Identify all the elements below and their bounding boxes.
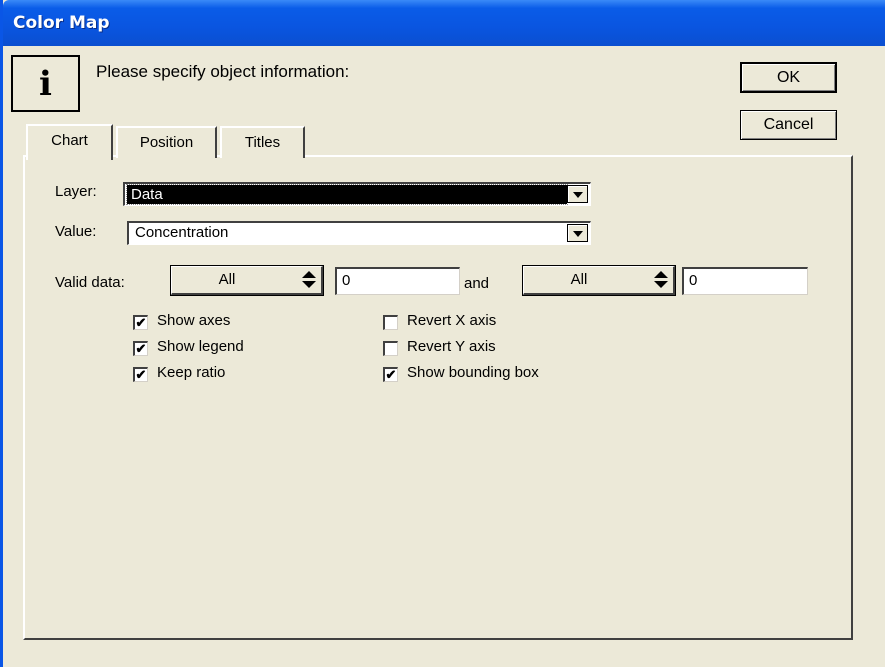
checkbox-label: Show bounding box [407, 364, 539, 381]
checkmark-icon[interactable]: ✔ [383, 367, 398, 382]
value-select-value: Concentration [135, 224, 229, 241]
checkbox-box[interactable] [383, 341, 398, 356]
checkbox-box[interactable] [383, 315, 398, 330]
chevron-down-icon[interactable] [567, 224, 588, 242]
checkbox-label: Revert X axis [407, 312, 497, 329]
layer-select-value: Data [126, 184, 568, 205]
checkmark-icon[interactable]: ✔ [133, 315, 148, 330]
tab-position[interactable]: Position [116, 126, 217, 158]
layer-select[interactable]: Data [123, 182, 591, 206]
up-down-arrow-icon[interactable] [653, 270, 669, 290]
window-title[interactable]: Color Map [3, 0, 885, 46]
valid-from-mode-spinner[interactable]: All [170, 265, 324, 296]
tab-titles[interactable]: Titles [220, 126, 305, 158]
valid-from-mode-value: All [218, 271, 236, 288]
valid-to-input[interactable]: 0 [682, 267, 808, 295]
value-select[interactable]: Concentration [127, 221, 591, 245]
layer-label: Layer: [55, 183, 97, 200]
checkmark-icon[interactable]: ✔ [133, 341, 148, 356]
checkmark-icon[interactable]: ✔ [133, 367, 148, 382]
value-label: Value: [55, 223, 97, 240]
checkbox-label: Revert Y axis [407, 338, 496, 355]
valid-from-input[interactable]: 0 [335, 267, 460, 295]
color-map-dialog: Color Map i Please specify object inform… [0, 0, 885, 667]
checkbox-label: Show axes [157, 312, 231, 329]
valid-to-mode-value: All [570, 271, 588, 288]
tab-chart[interactable]: Chart [26, 124, 113, 160]
chart-tab-panel: Layer: Data Value: Concentration Valid d… [23, 155, 853, 640]
valid-to-mode-spinner[interactable]: All [522, 265, 676, 296]
prompt-text: Please specify object information: [96, 62, 350, 81]
valid-data-label: Valid data: [55, 274, 125, 291]
info-icon: i [11, 55, 80, 112]
checkbox-label: Show legend [157, 338, 244, 355]
and-label: and [464, 275, 490, 292]
checkbox-label: Keep ratio [157, 364, 226, 381]
ok-button[interactable]: OK [740, 62, 837, 93]
up-down-arrow-icon[interactable] [301, 270, 317, 290]
chevron-down-icon[interactable] [567, 185, 588, 203]
cancel-button[interactable]: Cancel [740, 110, 837, 140]
